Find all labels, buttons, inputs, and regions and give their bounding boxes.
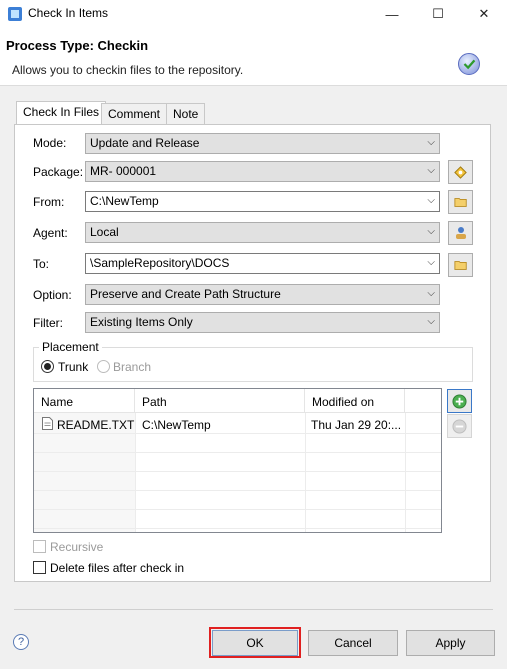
cancel-label: Cancel bbox=[334, 636, 372, 650]
column-header-modified[interactable]: Modified on bbox=[305, 389, 405, 413]
grid-line bbox=[34, 471, 441, 472]
chevron-down-icon: ⌵ bbox=[427, 316, 435, 327]
tab-label: Check In Files bbox=[23, 105, 100, 119]
mode-value: Update and Release bbox=[90, 136, 200, 150]
to-label: To: bbox=[33, 257, 50, 271]
option-label: Option: bbox=[33, 288, 72, 302]
close-button[interactable]: ✕ bbox=[461, 0, 507, 28]
recursive-checkbox[interactable] bbox=[33, 540, 46, 553]
close-icon: ✕ bbox=[478, 6, 490, 21]
cell-modified: Thu Jan 29 20:... bbox=[311, 418, 402, 432]
column-label: Modified on bbox=[312, 395, 375, 409]
chevron-down-icon: ⌵ bbox=[427, 226, 435, 237]
delete-after-checkin-checkbox[interactable] bbox=[33, 561, 46, 574]
trunk-radio[interactable] bbox=[41, 360, 54, 373]
checkin-icon bbox=[458, 53, 480, 75]
file-icon bbox=[42, 417, 53, 430]
footer-separator bbox=[14, 609, 493, 610]
from-value: C:\NewTemp bbox=[90, 194, 159, 208]
folder-icon bbox=[453, 261, 467, 270]
tab-check-in-files[interactable]: Check In Files bbox=[16, 101, 107, 125]
cell-path: C:\NewTemp bbox=[142, 418, 211, 432]
filter-value: Existing Items Only bbox=[90, 315, 193, 329]
process-type-title: Process Type: Checkin bbox=[6, 38, 149, 53]
branch-radio[interactable] bbox=[97, 360, 110, 373]
chevron-down-icon: ⌵ bbox=[427, 165, 435, 176]
tab-comment[interactable]: Comment bbox=[101, 103, 168, 124]
agent-value: Local bbox=[90, 225, 119, 239]
agent-label: Agent: bbox=[33, 226, 68, 240]
option-value: Preserve and Create Path Structure bbox=[90, 287, 281, 301]
minus-icon bbox=[452, 418, 467, 434]
help-button[interactable]: ? bbox=[13, 634, 29, 650]
chevron-down-icon: ⌵ bbox=[427, 288, 435, 299]
agent-icon bbox=[455, 227, 466, 239]
option-select[interactable]: Preserve and Create Path Structure ⌵ bbox=[85, 284, 440, 305]
remove-file-button[interactable] bbox=[447, 414, 472, 438]
column-label: Name bbox=[41, 395, 74, 409]
cancel-button[interactable]: Cancel bbox=[308, 630, 398, 656]
filter-select[interactable]: Existing Items Only ⌵ bbox=[85, 312, 440, 333]
from-combo[interactable]: C:\NewTemp ⌵ bbox=[85, 191, 440, 212]
maximize-button[interactable]: ☐ bbox=[415, 0, 461, 28]
trunk-label: Trunk bbox=[58, 360, 89, 374]
filter-label: Filter: bbox=[33, 316, 63, 330]
package-icon bbox=[454, 165, 467, 179]
minimize-icon: — bbox=[385, 6, 399, 22]
from-browse-button[interactable] bbox=[448, 190, 473, 214]
tab-label: Comment bbox=[108, 107, 161, 121]
files-table[interactable]: Name ˆ Path Modified on README.TXT C:\Ne… bbox=[33, 388, 442, 533]
maximize-icon: ☐ bbox=[432, 6, 444, 21]
chevron-down-icon: ⌵ bbox=[427, 257, 435, 268]
to-browse-button[interactable] bbox=[448, 253, 473, 277]
package-pick-button[interactable] bbox=[448, 160, 473, 184]
mode-select[interactable]: Update and Release ⌵ bbox=[85, 133, 440, 154]
chevron-down-icon: ⌵ bbox=[427, 137, 435, 148]
grid-line bbox=[34, 433, 441, 434]
cell-name: README.TXT bbox=[57, 418, 135, 432]
tab-note[interactable]: Note bbox=[166, 103, 206, 124]
delete-after-checkin-label: Delete files after check in bbox=[50, 561, 185, 575]
dialog-header: Process Type: Checkin Allows you to chec… bbox=[0, 28, 507, 86]
table-row[interactable]: README.TXT C:\NewTemp Thu Jan 29 20:... bbox=[34, 413, 441, 433]
package-select[interactable]: MR- 000001 ⌵ bbox=[85, 161, 440, 182]
tab-label: Note bbox=[173, 107, 199, 121]
to-combo[interactable]: \SampleRepository\DOCS ⌵ bbox=[85, 253, 440, 274]
grid-line bbox=[34, 490, 441, 491]
grid-line bbox=[34, 509, 441, 510]
window-title: Check In Items bbox=[28, 6, 109, 20]
minimize-button[interactable]: — bbox=[369, 0, 415, 28]
sort-asc-icon: ˆ bbox=[80, 388, 84, 396]
plus-icon bbox=[452, 393, 467, 409]
ok-label: OK bbox=[246, 636, 264, 650]
apply-button[interactable]: Apply bbox=[406, 630, 495, 656]
mode-label: Mode: bbox=[33, 136, 67, 150]
package-label: Package: bbox=[33, 165, 84, 179]
grid-line bbox=[34, 452, 441, 453]
agent-pick-button[interactable] bbox=[448, 221, 473, 245]
from-label: From: bbox=[33, 195, 65, 209]
chevron-down-icon: ⌵ bbox=[427, 195, 435, 206]
package-value: MR- 000001 bbox=[90, 164, 157, 178]
add-file-button[interactable] bbox=[447, 389, 472, 413]
app-icon bbox=[8, 7, 22, 21]
placement-title: Placement bbox=[39, 340, 102, 354]
agent-select[interactable]: Local ⌵ bbox=[85, 222, 440, 243]
ok-button[interactable]: OK bbox=[212, 630, 298, 656]
column-header-path[interactable]: Path bbox=[135, 389, 305, 413]
apply-label: Apply bbox=[435, 636, 466, 650]
title-bar: Check In Items — ☐ ✕ bbox=[0, 0, 507, 28]
column-label: Path bbox=[142, 395, 167, 409]
help-icon: ? bbox=[17, 636, 25, 648]
recursive-label: Recursive bbox=[50, 540, 104, 554]
folder-icon bbox=[453, 198, 467, 207]
to-value: \SampleRepository\DOCS bbox=[90, 256, 230, 270]
grid-line bbox=[34, 528, 441, 529]
column-header-filler bbox=[405, 389, 441, 413]
process-description: Allows you to checkin files to the repos… bbox=[12, 63, 244, 77]
column-header-name[interactable]: Name bbox=[34, 389, 135, 413]
branch-label: Branch bbox=[113, 360, 152, 374]
